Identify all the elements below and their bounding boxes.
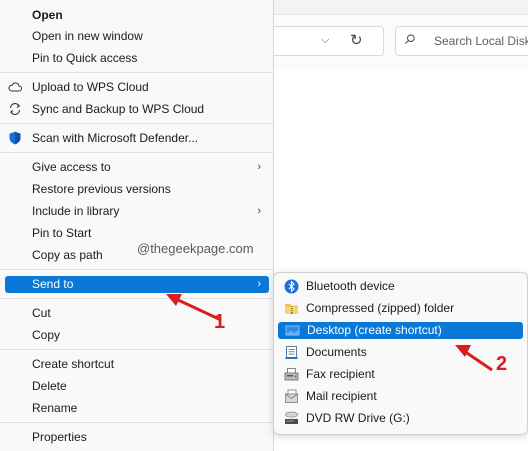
menu-item-copy[interactable]: Copy: [5, 325, 269, 345]
menu-item-delete[interactable]: Delete: [5, 376, 269, 396]
cloud-icon: [8, 82, 22, 92]
menu-item-label: Send to: [32, 277, 74, 291]
submenu-item-label: DVD RW Drive (G:): [306, 411, 410, 425]
submenu-item-desktop-shortcut[interactable]: Desktop (create shortcut): [278, 322, 523, 339]
menu-item-label: Pin to Quick access: [32, 51, 138, 65]
menu-item-open-new-window[interactable]: Open in new window: [5, 26, 269, 46]
menu-separator: [0, 422, 274, 423]
search-input[interactable]: Search Local Disk: [434, 34, 528, 48]
address-dropdown-icon[interactable]: ⌵: [321, 34, 329, 47]
menu-item-pin-quick-access[interactable]: Pin to Quick access: [5, 48, 269, 68]
refresh-icon[interactable]: ↻: [350, 31, 363, 49]
menu-item-label: Open in new window: [32, 29, 143, 43]
submenu-item-fax-recipient[interactable]: Fax recipient: [277, 365, 523, 384]
submenu-item-label: Fax recipient: [306, 367, 375, 381]
menu-item-label: Upload to WPS Cloud: [32, 80, 149, 94]
bluetooth-icon: [284, 279, 299, 294]
menu-item-label: Delete: [32, 379, 67, 393]
menu-item-label: Cut: [32, 306, 51, 320]
menu-item-label: Create shortcut: [32, 357, 115, 371]
menu-separator: [0, 72, 274, 73]
menu-item-cut[interactable]: Cut: [5, 303, 269, 323]
submenu-item-documents[interactable]: Documents: [277, 343, 523, 362]
submenu-item-label: Compressed (zipped) folder: [306, 301, 455, 315]
menu-item-label: Give access to: [32, 160, 111, 174]
step-2-callout: 2: [496, 353, 508, 375]
menu-item-label: Copy: [32, 328, 61, 342]
documents-icon: [285, 346, 298, 359]
menu-item-create-shortcut[interactable]: Create shortcut: [5, 354, 269, 374]
zip-folder-icon: [285, 304, 298, 314]
defender-shield-icon: [9, 131, 21, 145]
menu-item-upload-wps-cloud[interactable]: Upload to WPS Cloud: [5, 77, 269, 97]
menu-item-scan-defender[interactable]: Scan with Microsoft Defender...: [5, 128, 269, 148]
context-menu: Open Open in new window Pin to Quick acc…: [0, 0, 274, 451]
menu-item-rename[interactable]: Rename: [5, 398, 269, 418]
submenu-item-bluetooth[interactable]: Bluetooth device: [277, 277, 523, 296]
submenu-item-mail-recipient[interactable]: Mail recipient: [277, 387, 523, 406]
menu-separator: [0, 123, 274, 124]
menu-item-label: Properties: [32, 430, 87, 444]
menu-item-include-library[interactable]: Include in library ›: [5, 201, 269, 221]
chevron-right-icon: ›: [257, 161, 261, 173]
search-box[interactable]: Search Local Disk: [395, 26, 528, 56]
menu-item-label: Scan with Microsoft Defender...: [32, 131, 199, 145]
watermark-text: @thegeekpage.com: [137, 241, 254, 256]
menu-item-label: Pin to Start: [32, 226, 92, 240]
fax-icon: [284, 368, 299, 381]
sync-icon: [9, 103, 21, 115]
menu-item-give-access[interactable]: Give access to ›: [5, 157, 269, 177]
menu-item-label: Sync and Backup to WPS Cloud: [32, 102, 205, 116]
menu-separator: [0, 152, 274, 153]
step-1-callout: 1: [214, 311, 226, 333]
dvd-drive-icon: [285, 411, 298, 424]
menu-item-open[interactable]: Open: [5, 5, 269, 25]
submenu-item-label: Desktop (create shortcut): [307, 323, 442, 337]
menu-item-label: Include in library: [32, 204, 120, 218]
send-to-submenu: Bluetooth device Compressed (zipped) fol…: [273, 272, 528, 435]
submenu-item-label: Bluetooth device: [306, 279, 395, 293]
menu-item-label: Restore previous versions: [32, 182, 171, 196]
screen: ⌵ ↻ Search Local Disk Open Open in new w…: [0, 0, 528, 451]
menu-item-label: Copy as path: [32, 248, 103, 262]
menu-separator: [0, 298, 274, 299]
menu-item-sync-wps-cloud[interactable]: Sync and Backup to WPS Cloud: [5, 99, 269, 119]
menu-item-restore-versions[interactable]: Restore previous versions: [5, 179, 269, 199]
menu-item-send-to[interactable]: Send to ›: [5, 276, 269, 293]
address-bar[interactable]: [256, 26, 384, 56]
mail-icon: [285, 389, 298, 403]
menu-separator: [0, 269, 274, 270]
desktop-icon: [285, 325, 300, 336]
submenu-item-dvd-drive[interactable]: DVD RW Drive (G:): [277, 409, 523, 428]
submenu-item-label: Documents: [306, 345, 367, 359]
menu-item-pin-start[interactable]: Pin to Start: [5, 223, 269, 243]
chevron-right-icon: ›: [257, 278, 261, 290]
menu-item-properties[interactable]: Properties: [5, 427, 269, 447]
chevron-right-icon: ›: [257, 205, 261, 217]
menu-item-label: Rename: [32, 401, 78, 415]
menu-separator: [0, 349, 274, 350]
submenu-item-compressed-folder[interactable]: Compressed (zipped) folder: [277, 299, 523, 318]
submenu-item-label: Mail recipient: [306, 389, 377, 403]
menu-item-label: Open: [32, 8, 63, 22]
search-icon: [405, 34, 415, 44]
